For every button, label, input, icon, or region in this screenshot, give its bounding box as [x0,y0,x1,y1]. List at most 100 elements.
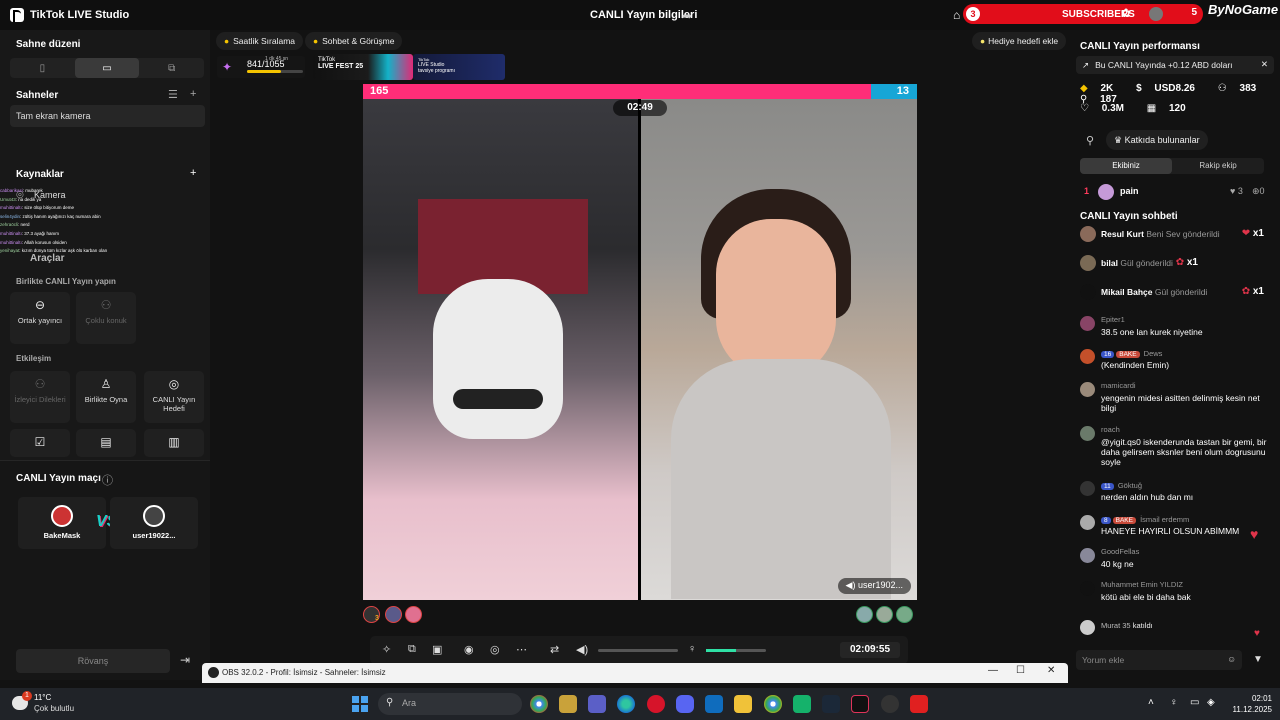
multi-guest-button[interactable]: ⚇ Çoklu konuk [76,292,136,344]
rank-progress[interactable]: ✦ 1 dk 45 sn 841/1055 [217,56,305,78]
subscribers-overlay: 3 SUBSCRIBERS ✿ 5 [963,4,1203,24]
player-card[interactable]: BakeMask [18,497,106,549]
cohost-button[interactable]: ⊖ Ortak yayıncı [10,292,70,344]
teams-icon[interactable] [588,695,606,713]
rotate-layout-button[interactable]: ⧉ [139,58,204,78]
obs-taskbar-icon[interactable] [881,695,899,713]
live-fest-banner[interactable]: TikTok LIVE FEST 25 [313,54,413,80]
camera-switch-icon[interactable]: ◎ [490,643,500,656]
contributor-row[interactable]: 1 pain ♥ 3 ⊕0 [1080,184,1268,200]
tab-your-team[interactable]: Ekibiniz [1080,158,1172,174]
tiktok-icon[interactable] [851,695,869,713]
app-icon[interactable] [793,695,811,713]
poll-button[interactable]: ☑ [10,429,70,457]
archive-button[interactable]: ▥ [144,429,204,457]
gifter-count: 3 [375,615,379,622]
viewer-requests-button[interactable]: ⚇ İzleyici Dilekleri [10,371,70,423]
list-icon[interactable]: ☰ [168,88,178,101]
folder-icon[interactable] [734,695,752,713]
magic-icon[interactable]: ✧ [382,643,391,656]
avatar[interactable] [385,606,402,623]
hourly-ranking-button[interactable]: ● Saatlik Sıralama [216,32,304,50]
chat-call-button[interactable]: ● Sohbet & Görüşme [305,32,403,50]
effects-icon[interactable]: ⧉ [408,643,416,656]
speaker-icon[interactable]: ◀) [576,643,588,656]
emoji-icon[interactable]: ☺ [1227,654,1236,664]
microphone-icon[interactable]: ♀ [688,643,696,655]
settings-icon[interactable]: ⇄ [550,643,559,656]
taskbar-search[interactable]: ⚲ Ara [378,693,522,715]
live-goal-button[interactable]: ◎ CANLI Yayın Hedefi [144,371,204,423]
minimize-icon[interactable]: — [988,665,998,676]
monitor-icon: ▭ [102,62,112,74]
share-icon[interactable]: ➦ [682,9,692,23]
chat-message[interactable]: 8 BAKE İsmail erdemm HANEYE HAYIRLI OLSUN… [1080,514,1268,542]
youtube-icon[interactable] [910,695,928,713]
chat-message[interactable]: mamicardi yengenin midesi asitten delinm… [1080,381,1268,419]
maximize-icon[interactable]: ☐ [1016,665,1025,676]
network-icon[interactable]: ◈ [1207,697,1215,708]
comment-input[interactable]: Yorum ekle ☺ [1076,650,1242,670]
opponent-card[interactable]: user19022... [110,497,198,549]
chat-message[interactable]: 16 BAKE Dews (Kendinden Emin) [1080,348,1268,376]
help-icon[interactable]: ⓘ [102,472,113,488]
add-scene-icon[interactable]: + [190,88,196,100]
avatar[interactable] [405,606,422,623]
discord-icon[interactable] [676,695,694,713]
avatar[interactable] [896,606,913,623]
store-button[interactable]: ▤ [76,429,136,457]
likes-stat: ♡ 0.3M [1080,103,1124,114]
performance-banner[interactable]: ↗ Bu CANLI Yayında +0.12 ABD doları ✕ [1076,56,1274,74]
contributors-button[interactable]: ♛ Katkıda bulunanlar [1106,130,1208,150]
chevron-up-icon[interactable]: ˄ [1148,697,1154,708]
clock[interactable]: 02:01 11.12.2025 [1220,693,1272,715]
opera-icon[interactable] [647,695,665,713]
rose-icon: ✿ [1241,286,1251,297]
record-icon[interactable]: ◉ [464,643,474,656]
avatar [1080,226,1096,242]
opponent-name-chip[interactable]: ◀) user1902... [837,578,911,594]
exit-match-icon[interactable]: ⇥ [180,653,190,667]
chat-message[interactable]: roach @yigit.qs0 iskenderunda tastan bir… [1080,425,1268,473]
gift-action: Beni Sev gönderildi [1146,229,1220,239]
avatar[interactable] [876,606,893,623]
landscape-layout-button[interactable]: ▭ [74,58,140,78]
close-icon[interactable]: ✕ [1047,665,1055,676]
chart-icon: ▦ [1146,103,1157,114]
layout-icon[interactable]: ▣ [432,643,442,656]
studio-program-banner[interactable]: TikTok LIVE Studio tavsiye programı [413,54,505,80]
add-source-icon[interactable]: + [190,167,196,179]
store-icon[interactable] [559,695,577,713]
gift-icon[interactable]: ⌂ [953,8,960,22]
viewer-requests-label: İzleyici Dilekleri [14,395,66,404]
more-icon[interactable]: ⋯ [516,643,527,656]
chat-message[interactable]: GoodFellas 40 kg ne [1080,547,1268,575]
chat-message[interactable]: Muhammet Emin YILDIZ kötü abi ele bi dah… [1080,580,1268,608]
windows-start-icon[interactable] [352,696,368,712]
mail-icon[interactable] [705,695,723,713]
edge-icon[interactable] [617,695,635,713]
volume-slider[interactable] [598,649,678,652]
chrome-profile-icon[interactable] [764,695,782,713]
chat-message[interactable]: Epiter1 38.5 one lan kurek niyetine [1080,315,1268,343]
play-together-button[interactable]: ♙ Birlikte Oyna [76,371,136,423]
avatar[interactable] [856,606,873,623]
add-user-icon[interactable]: ⚲ [1086,134,1094,147]
chat-message[interactable]: 11 Göktuğ nerden aldın hub dan mı [1080,480,1268,508]
tab-rival-team[interactable]: Rakip ekip [1172,158,1264,174]
microphone-level[interactable] [706,649,766,652]
steam-icon[interactable] [822,695,840,713]
microphone-tray-icon[interactable]: ♀ [1170,697,1178,708]
obs-window-bar[interactable]: OBS 32.0.2 - Profil: İsimsiz - Sahneler:… [202,663,1068,683]
send-icon[interactable]: ▼ [1253,654,1263,665]
gifter-name: Resul Kurt [1101,229,1144,239]
portrait-layout-button[interactable]: ▯ [10,58,75,78]
scene-item[interactable]: Tam ekran kamera [10,105,205,127]
add-gift-goal-button[interactable]: ● Hediye hedefi ekle [972,32,1067,50]
chrome-icon[interactable] [530,695,548,713]
join-message: Murat 35 katıldı [1080,619,1268,637]
close-icon[interactable]: ✕ [1261,59,1268,70]
rematch-button[interactable]: Rövanş [16,649,170,673]
overlay-chat-line: selin4ydin: zültiş hanım ayağınızı kaç n… [0,213,101,219]
display-icon[interactable]: ▭ [1190,697,1199,708]
